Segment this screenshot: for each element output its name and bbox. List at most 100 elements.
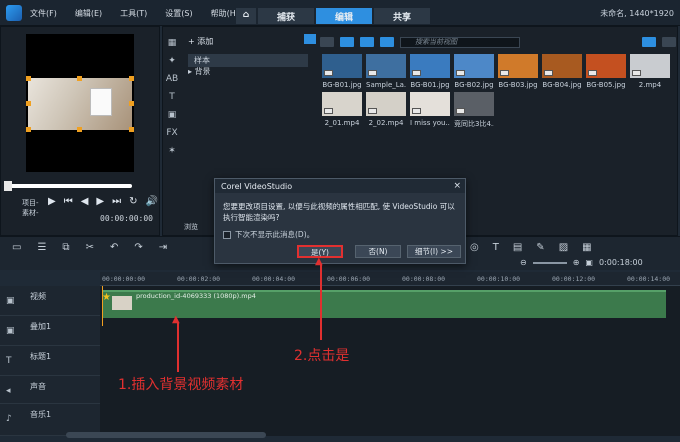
home-tab[interactable]: ⌂ — [236, 8, 256, 24]
menu-help[interactable]: 帮助(H) — [211, 8, 239, 19]
menu-settings[interactable]: 设置(S) — [165, 8, 192, 19]
audio-filter-icon[interactable] — [380, 37, 394, 47]
motion-icon[interactable]: ✶ — [168, 146, 176, 156]
library-thumb[interactable]: 2.mp4 — [630, 54, 670, 89]
tab-edit[interactable]: 编辑 — [316, 8, 372, 24]
resize-handle[interactable] — [129, 76, 134, 81]
preview-scrubber[interactable] — [4, 181, 132, 191]
library-thumb[interactable]: I miss you... — [410, 92, 450, 127]
track-manager-icon[interactable]: ⧉ — [62, 242, 69, 253]
storyboard-view-icon[interactable]: ▭ — [12, 242, 21, 253]
preview-timecode[interactable]: 00:00:00:00 — [100, 214, 153, 223]
photo-filter-icon[interactable] — [360, 37, 374, 47]
thumb-image — [542, 54, 582, 78]
grid-view-icon[interactable] — [662, 37, 676, 47]
clip-mode[interactable]: 素材- — [22, 208, 39, 218]
next-frame-icon[interactable]: ▶ — [96, 196, 104, 207]
resize-handle[interactable] — [26, 76, 31, 81]
fit-project-icon[interactable]: ▣ — [585, 258, 593, 267]
dont-show-option[interactable]: 下次不显示此消息(D)。 — [223, 229, 314, 240]
render-dialog: Corel VideoStudio × 您要更改项目设置, 以便与此视频的属性相… — [214, 178, 466, 264]
resize-handle[interactable] — [77, 76, 82, 81]
track-headers: ▣ 视频 ▣ 叠加1 T 标题1 ◂ 声音 ♪ 音乐1 — [0, 286, 100, 436]
thumb-image — [454, 92, 494, 116]
media-type-icon — [412, 108, 421, 114]
title-tool-icon[interactable]: T — [493, 242, 499, 253]
no-button[interactable]: 否(N) — [355, 245, 401, 258]
menu-file[interactable]: 文件(F) — [30, 8, 57, 19]
redo-icon[interactable]: ↷ — [134, 242, 142, 253]
track-header-title[interactable]: T 标题1 — [0, 346, 100, 376]
library-thumb[interactable]: BG-B04.jpg — [542, 54, 582, 89]
resize-handle[interactable] — [26, 127, 31, 132]
zoom-slider[interactable] — [532, 261, 567, 264]
start-icon[interactable]: ⏮ — [64, 196, 73, 207]
project-mode[interactable]: 项目- — [22, 198, 39, 208]
browse-button[interactable]: 浏览 — [184, 222, 198, 232]
details-button[interactable]: 细节(I) >> — [407, 245, 461, 258]
resize-handle[interactable] — [26, 101, 31, 106]
play-icon[interactable]: ▶ — [48, 196, 56, 207]
add-folder-button[interactable]: + 添加 — [188, 36, 213, 47]
timeline-scrollbar[interactable] — [66, 432, 266, 438]
mask-icon[interactable]: ▨ — [559, 242, 568, 253]
scrub-knob[interactable] — [4, 181, 12, 191]
library-thumb[interactable]: Sample_La... — [366, 54, 406, 89]
resize-handle[interactable] — [77, 127, 82, 132]
resize-handle[interactable] — [129, 101, 134, 106]
media-icon[interactable]: ▦ — [168, 38, 177, 48]
zoom-out-icon[interactable]: ⊖ — [520, 258, 527, 267]
timeline-ruler[interactable]: 00:00:00:00 00:00:02:00 00:00:04:00 00:00:0… — [100, 272, 680, 286]
library-thumb[interactable]: BG-B05.jpg — [586, 54, 626, 89]
split-icon[interactable]: ✂ — [86, 242, 94, 253]
video-filter-icon[interactable] — [340, 37, 354, 47]
tab-share[interactable]: 共享 — [374, 8, 430, 24]
video-clip[interactable]: ★ production_id-4069333 (1080p).mp4 — [102, 290, 666, 318]
library-thumb[interactable]: BG-B03.jpg — [498, 54, 538, 89]
undo-icon[interactable]: ↶ — [110, 242, 118, 253]
track-header-voice[interactable]: ◂ 声音 — [0, 376, 100, 404]
playhead[interactable] — [102, 286, 103, 326]
menu-tools[interactable]: 工具(T) — [120, 8, 147, 19]
thumb-caption: 2.mp4 — [638, 81, 662, 89]
track-header-video[interactable]: ▣ 视频 — [0, 286, 100, 316]
fit-icon[interactable]: ⇥ — [159, 242, 167, 253]
library-thumb[interactable]: BG-B01.jpg — [410, 54, 450, 89]
list-view-icon[interactable] — [642, 37, 656, 47]
folder-icon[interactable] — [320, 37, 334, 47]
preview-clip-image[interactable] — [26, 76, 134, 132]
volume-icon[interactable]: 🔊 — [146, 196, 158, 207]
media-type-icon — [632, 70, 641, 76]
filter-icon[interactable]: FX — [166, 128, 177, 138]
track-header-overlay[interactable]: ▣ 叠加1 — [0, 316, 100, 346]
overlay-icon[interactable]: ▦ — [582, 242, 591, 253]
timeline-view-icon[interactable]: ☰ — [37, 242, 46, 253]
library-thumb[interactable]: BG-B01.jpg — [322, 54, 362, 89]
library-thumb[interactable]: BG-B02.jpg — [454, 54, 494, 89]
edit-tool-icon[interactable]: ✎ — [536, 242, 544, 253]
prev-frame-icon[interactable]: ◀ — [81, 196, 89, 207]
motion-track-icon[interactable]: ◎ — [470, 242, 479, 253]
library-thumb[interactable]: 2_01.mp4 — [322, 92, 362, 127]
tab-capture[interactable]: 捕获 — [258, 8, 314, 24]
checkbox[interactable] — [223, 230, 231, 239]
resize-handle[interactable] — [129, 127, 134, 132]
instant-project-icon[interactable]: ✦ — [168, 56, 176, 66]
title-icon[interactable]: T — [169, 92, 175, 102]
library-thumb[interactable]: 竞同比3比4... — [454, 92, 494, 129]
transition-icon[interactable]: AB — [166, 74, 178, 84]
thumb-caption: BG-B02.jpg — [454, 81, 494, 89]
library-sidebar: ▦ ✦ AB T ▣ FX ✶ — [162, 34, 182, 234]
zoom-in-icon[interactable]: ⊕ — [573, 258, 580, 267]
close-icon[interactable]: × — [453, 181, 461, 191]
tree-item-background[interactable]: ▸ 背景 — [188, 66, 211, 77]
library-search-input[interactable]: 搜索当前视图 — [400, 36, 520, 48]
end-icon[interactable]: ⏭ — [112, 196, 121, 207]
library-thumb[interactable]: 2_02.mp4 — [366, 92, 406, 127]
subtitle-icon[interactable]: ▤ — [513, 242, 522, 253]
menu-edit[interactable]: 编辑(E) — [75, 8, 102, 19]
media-type-icon — [456, 108, 465, 114]
repeat-icon[interactable]: ↻ — [129, 196, 137, 207]
media-type-icon — [368, 70, 377, 76]
graphic-icon[interactable]: ▣ — [168, 110, 177, 120]
